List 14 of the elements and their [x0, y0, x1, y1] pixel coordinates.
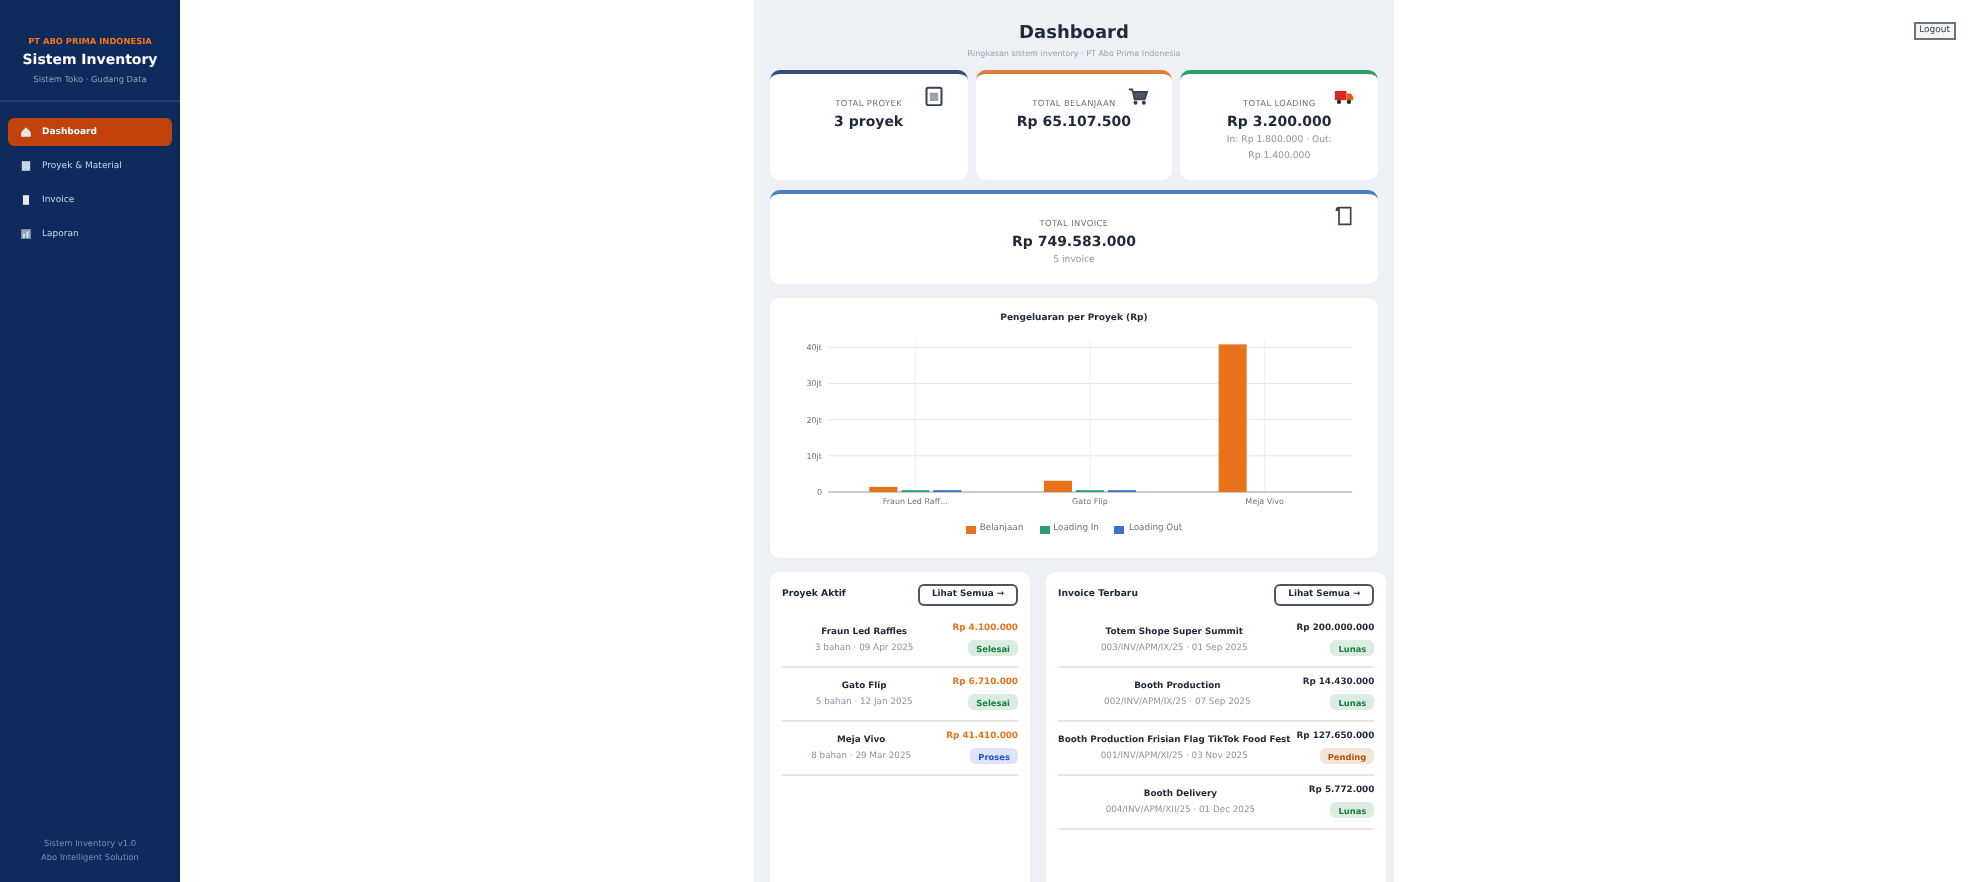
clipboard-icon — [923, 86, 944, 106]
legend-swatch — [1039, 525, 1050, 533]
page-title: Dashboard — [1019, 24, 1129, 44]
cart-icon — [1128, 86, 1149, 106]
chart-icon — [20, 228, 32, 240]
truck-icon — [1333, 86, 1354, 106]
home-icon — [20, 126, 32, 138]
legend-swatch — [965, 525, 976, 533]
chart-bar — [1044, 480, 1072, 492]
chart-bar — [869, 486, 898, 492]
legend-swatch — [1114, 525, 1125, 533]
document-icon — [20, 194, 32, 206]
scroll-icon — [1333, 206, 1354, 226]
box-icon — [20, 160, 32, 172]
